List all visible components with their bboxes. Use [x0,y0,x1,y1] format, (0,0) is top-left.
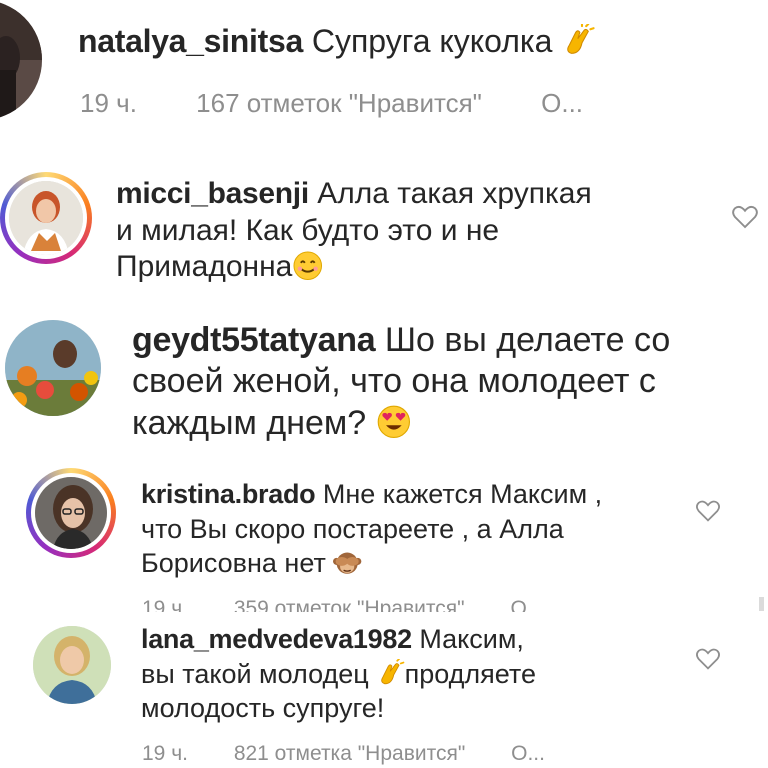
comment-body: geydt55tatyana Шо вы делаете со своей же… [132,320,752,444]
comment-username[interactable]: kristina.brado [141,479,316,509]
comment-text-line-1: Шо вы делаете со [384,321,671,359]
avatar[interactable] [35,477,107,549]
heart-eyes-icon [377,406,410,439]
comment-meta: 19 ч. 167 отметок "Нравится" О... [80,88,635,119]
comment-text-line-1: Алла такая хрупкая [317,177,592,210]
comment-text-line-1: Максим, [419,624,524,654]
comment-meta: 19 ч. 821 отметка "Нравится" О... [142,742,597,766]
comment-likes[interactable]: 167 отметок "Нравится" [196,88,482,118]
comment-reply[interactable]: О... [511,742,545,765]
avatar[interactable] [5,320,101,416]
comment-body: micci_basenji Алла такая хрупкая и милая… [116,176,706,286]
clapping-hands-icon [567,24,595,55]
comment-text-line-3: Примадонна [116,250,293,284]
avatar-photo-icon [9,181,83,255]
smiling-face-icon [293,251,323,281]
comment-body: lana_medvedeva1982 Максим, вы такой моло… [141,622,701,726]
comment-text-line-3: молодость супруге! [141,693,385,724]
comment-username[interactable]: natalya_sinitsa [78,23,303,59]
avatar-photo-icon [5,320,101,416]
comment-reply[interactable]: О... [541,88,583,118]
comment-text-line-2: что Вы скоро постареете , а Алла [141,513,564,544]
comment-text-line-2: и милая! Как будто это и не [116,213,500,247]
comment-time: 19 ч. [142,597,188,612]
comment-text: Супруга куколка [311,23,553,59]
see-no-evil-monkey-icon [333,552,362,574]
comment-text-line-1: Мне кажется Максим , [322,479,603,509]
scrollbar-thumb[interactable] [759,597,764,611]
comment-likes[interactable]: 821 отметка "Нравится" [234,742,465,765]
comment-text-line-2b: продляете [404,658,536,689]
comment-text-line-3: каждым днем? [132,403,367,442]
avatar[interactable] [0,0,42,120]
comment-likes[interactable]: 359 отметок "Нравится" [234,597,465,612]
comment-username[interactable]: lana_medvedeva1982 [141,624,412,654]
avatar-photo-icon [0,0,42,120]
comment-username[interactable]: micci_basenji [116,177,309,210]
avatar[interactable] [9,181,83,255]
comment-text-line-3: Борисовна нет [141,548,326,579]
avatar-photo-icon [35,477,107,549]
comment-text-line-2: своей женой, что она молодеет с [132,362,656,401]
comment-body: kristina.brado Мне кажется Максим , что … [141,477,701,581]
clapping-hands-icon [381,659,405,685]
comment-meta: 19 ч. 359 отметок "Нравится" О... [142,596,596,612]
like-heart-icon[interactable] [730,202,760,232]
comment-time: 19 ч. [80,88,137,118]
comment-reply[interactable]: О... [510,597,544,612]
like-heart-icon[interactable] [694,497,722,525]
like-heart-icon[interactable] [694,645,722,673]
avatar[interactable] [33,626,111,704]
comment-text-line-2: вы такой молодец [141,658,369,689]
avatar-photo-icon [33,626,111,704]
comment-body: natalya_sinitsa Супруга куколка [78,22,595,61]
comment-username[interactable]: geydt55tatyana [132,321,376,359]
comment-time: 19 ч. [142,742,188,765]
